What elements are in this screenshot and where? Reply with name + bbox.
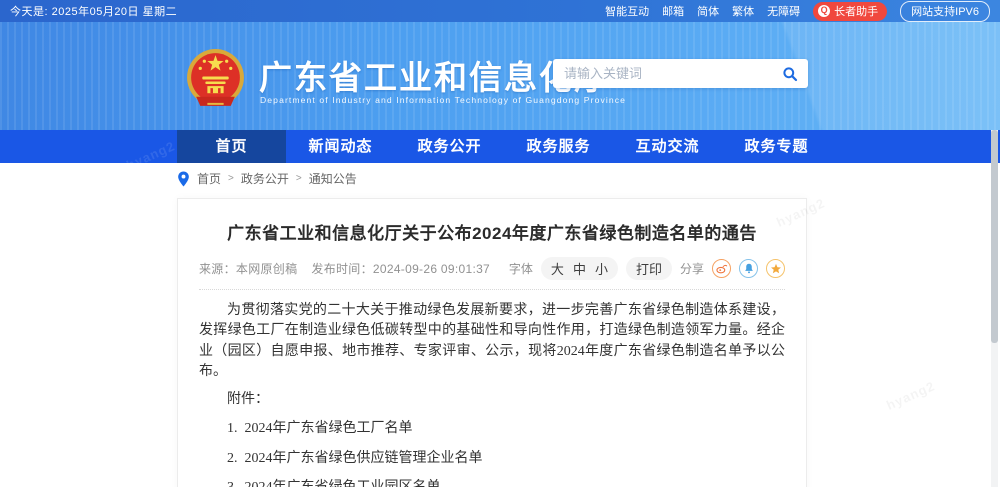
elder-helper-label: 长者助手 — [834, 5, 879, 18]
toplink-accessibility[interactable]: 无障碍 — [767, 3, 800, 19]
weibo-share-button[interactable] — [712, 259, 731, 278]
nav-item-interaction[interactable]: 互动交流 — [613, 130, 722, 163]
scrollbar-thumb[interactable] — [991, 130, 998, 343]
toplink-mail[interactable]: 邮箱 — [662, 3, 684, 19]
breadcrumb: 首页 > 政务公开 > 通知公告 — [177, 170, 357, 187]
nav-item-gov-services[interactable]: 政务服务 — [504, 130, 613, 163]
print-button[interactable]: 打印 — [625, 257, 672, 280]
toplink-smart-interact[interactable]: 智能互动 — [605, 3, 649, 19]
attachment-link-3[interactable]: 3. 2024年广东省绿色工业园区名单 — [199, 478, 785, 487]
toplink-simplified[interactable]: 简体 — [697, 3, 719, 19]
search-button[interactable] — [780, 64, 800, 84]
attachment-link-1[interactable]: 1. 2024年广东省绿色工厂名单 — [199, 419, 785, 439]
article-body: 为贯彻落实党的二十大关于推动绿色发展新要求，进一步完善广东省绿色制造体系建设，发… — [199, 301, 785, 487]
article-source: 来源：本网原创稿 — [199, 262, 298, 276]
attachment-link-2[interactable]: 2. 2024年广东省绿色供应链管理企业名单 — [199, 449, 785, 469]
search-icon — [783, 66, 798, 81]
location-pin-icon — [178, 171, 189, 186]
site-subtitle: Department of Industry and Information T… — [260, 95, 627, 105]
crumb-home[interactable]: 首页 — [197, 170, 221, 187]
attachments-label: 附件： — [227, 392, 269, 408]
ipv6-badge[interactable]: 网站支持IPV6 — [900, 0, 990, 22]
nav-item-news[interactable]: 新闻动态 — [286, 130, 395, 163]
share-label[interactable]: 分享 — [680, 260, 704, 277]
nav-item-special-topics[interactable]: 政务专题 — [722, 130, 831, 163]
qq-share-button[interactable] — [739, 259, 758, 278]
favorite-button[interactable] — [766, 259, 785, 278]
font-size-small-button[interactable]: 小 — [595, 259, 608, 278]
font-size-control: 大 中 小 — [540, 257, 618, 280]
article-title: 广东省工业和信息化厅关于公布2024年度广东省绿色制造名单的通告 — [227, 224, 757, 243]
elder-helper-button[interactable]: Q 长者助手 — [813, 1, 888, 21]
elder-helper-icon: Q — [818, 4, 831, 17]
toplink-traditional[interactable]: 繁体 — [732, 3, 754, 19]
nav-item-gov-affairs[interactable]: 政务公开 — [395, 130, 504, 163]
nav-item-home[interactable]: 首页 — [177, 130, 286, 163]
article-meta: 来源：本网原创稿 发布时间：2024-09-26 09:01:37 字体 大 中 … — [199, 257, 785, 290]
font-size-label: 字体 — [508, 262, 533, 276]
article-card: 广东省工业和信息化厅关于公布2024年度广东省绿色制造名单的通告 来源：本网原创… — [177, 198, 807, 487]
qq-share-icon — [744, 263, 753, 274]
watermark: hyang2 — [884, 378, 937, 413]
crumb-gov-affairs[interactable]: 政务公开 — [241, 170, 289, 187]
main-nav: 首页 新闻动态 政务公开 政务服务 互动交流 政务专题 — [0, 130, 1000, 163]
article-paragraph: 为贯彻落实党的二十大关于推动绿色发展新要求，进一步完善广东省绿色制造体系建设，发… — [199, 303, 785, 379]
site-search — [553, 59, 808, 88]
national-emblem-icon — [187, 49, 244, 106]
search-input[interactable] — [564, 66, 780, 81]
crumb-notices: 通知公告 — [308, 172, 357, 186]
weibo-share-icon — [716, 264, 728, 274]
crumb-separator: > — [228, 173, 234, 184]
font-size-large-button[interactable]: 大 — [551, 259, 564, 278]
star-icon — [770, 263, 781, 273]
crumb-separator: > — [295, 173, 302, 184]
page: 今天是: 2025年05月20日 星期二 智能互动 邮箱 简体 繁体 无障碍 Q… — [0, 0, 1000, 487]
top-utility-bar: 今天是: 2025年05月20日 星期二 智能互动 邮箱 简体 繁体 无障碍 Q… — [0, 0, 1000, 22]
current-date: 今天是: 2025年05月20日 星期二 — [10, 6, 178, 18]
article-pubtime: 发布时间：2024-09-26 09:01:37 — [311, 262, 491, 276]
font-size-medium-button[interactable]: 中 — [573, 259, 586, 278]
